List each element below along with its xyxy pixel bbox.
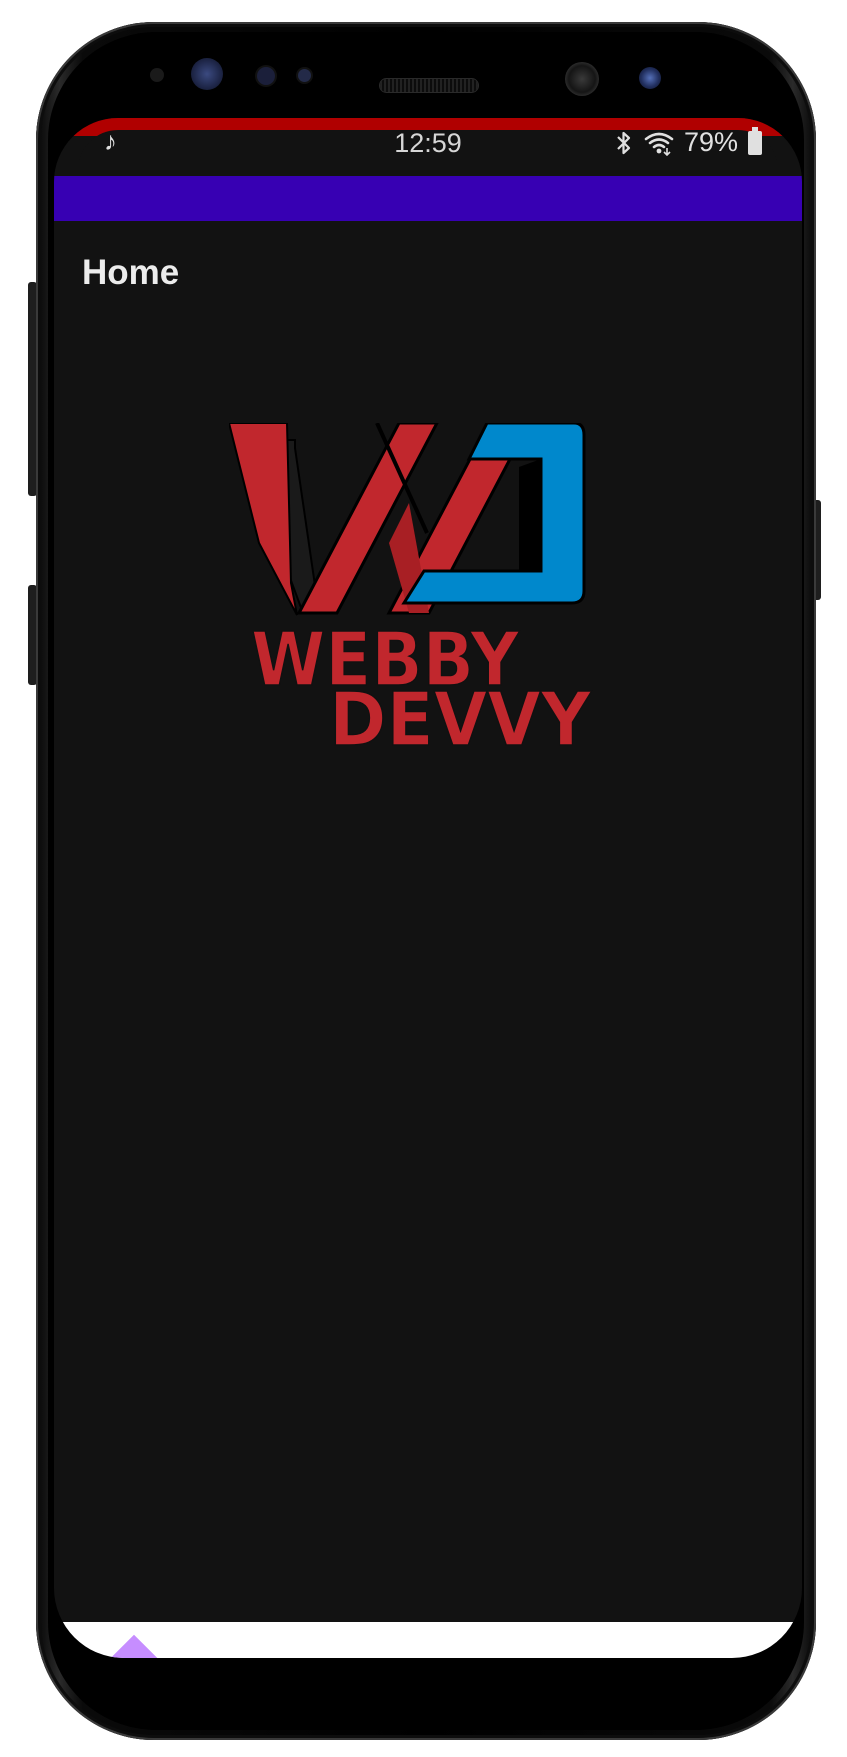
ambient-sensor <box>257 67 275 85</box>
iris-scanner <box>191 58 223 90</box>
battery-icon <box>748 126 762 155</box>
logo-d-mark <box>401 423 586 605</box>
front-camera <box>565 62 599 96</box>
proximity-sensor <box>150 68 164 82</box>
earpiece-speaker <box>380 79 478 92</box>
status-icons: 79% <box>614 126 762 158</box>
wifi-icon <box>644 132 674 156</box>
device-stage: ♪ 12:59 79% Home WEBBY DEVVY <box>0 0 847 1757</box>
battery-percent: 79% <box>683 127 738 157</box>
logo-wordmark: WEBBY DEVVY <box>250 616 593 764</box>
bottom-navigation[interactable] <box>54 1622 802 1658</box>
bluetooth-icon <box>617 131 631 154</box>
app-screen: ♪ 12:59 79% Home WEBBY DEVVY <box>54 118 802 1658</box>
webby-devvy-logo: WEBBY DEVVY <box>229 423 593 764</box>
page-title: Home <box>82 253 180 292</box>
status-bar: ♪ 12:59 79% <box>54 118 802 180</box>
iris-led <box>639 67 661 89</box>
logo-text-line2: DEVVY <box>329 677 592 763</box>
app-bar <box>54 176 802 221</box>
ambient-sensor-2 <box>298 69 311 82</box>
